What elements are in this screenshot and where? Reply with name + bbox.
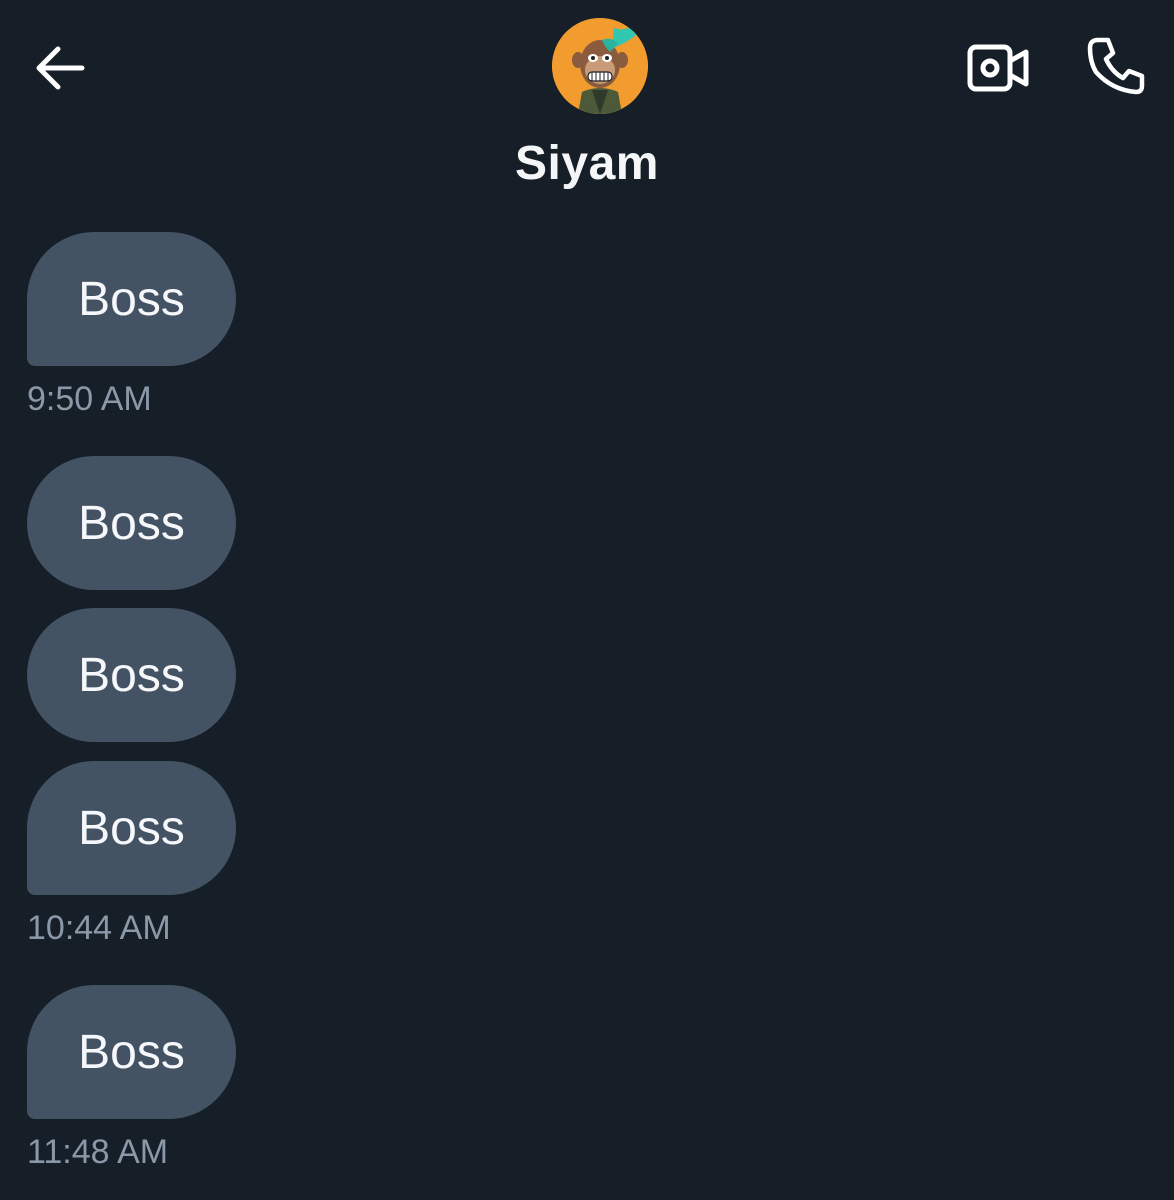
message-timestamp: 10:44 AM bbox=[27, 909, 171, 947]
message-bubble[interactable]: Boss bbox=[27, 232, 236, 366]
video-camera-icon bbox=[967, 44, 1029, 92]
phone-icon bbox=[1087, 37, 1145, 95]
contact-avatar[interactable] bbox=[552, 18, 648, 114]
ape-avatar-icon bbox=[552, 18, 648, 114]
voice-call-button[interactable] bbox=[1080, 30, 1152, 102]
message-bubble[interactable]: Boss bbox=[27, 608, 236, 742]
back-button[interactable] bbox=[26, 34, 94, 102]
message-bubble[interactable]: Boss bbox=[27, 761, 236, 895]
message-bubble[interactable]: Boss bbox=[27, 456, 236, 590]
message-bubble[interactable]: Boss bbox=[27, 985, 236, 1119]
arrow-left-icon bbox=[36, 46, 85, 90]
message-timestamp: 9:50 AM bbox=[27, 380, 152, 418]
video-call-button[interactable] bbox=[962, 34, 1034, 102]
contact-name[interactable]: Siyam bbox=[0, 136, 1174, 191]
message-timestamp: 11:48 AM bbox=[27, 1133, 169, 1171]
